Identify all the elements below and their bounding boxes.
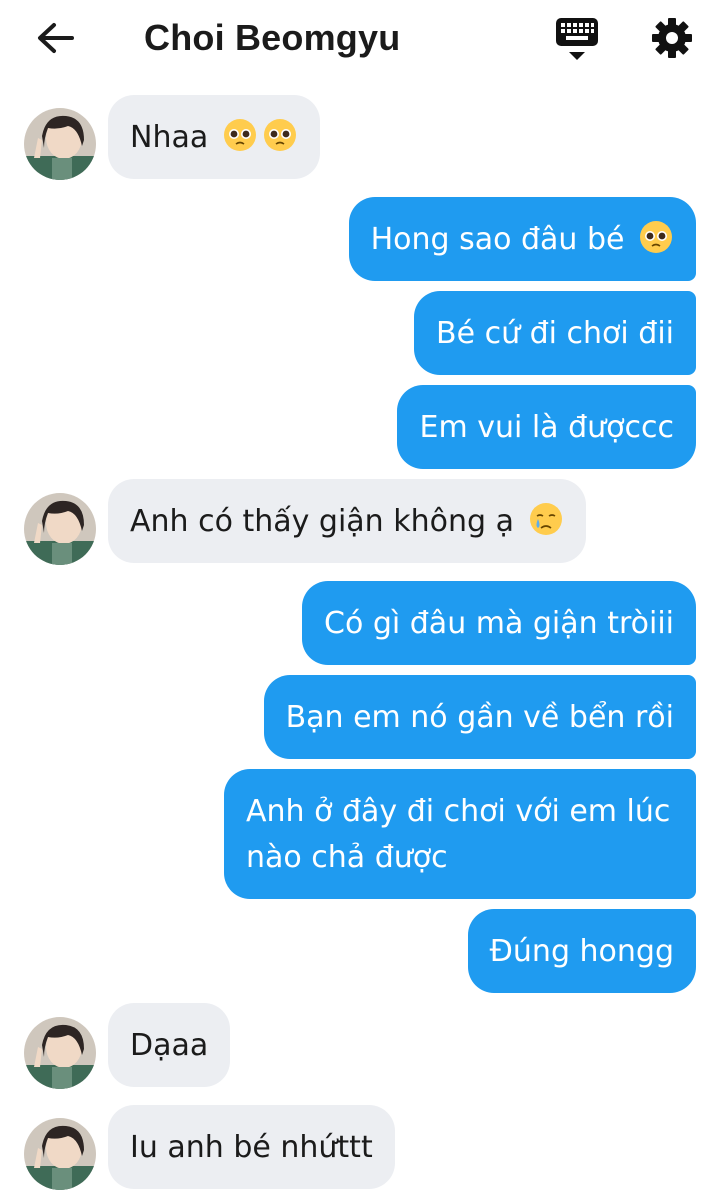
- message-text: Có gì đâu mà giận tròiii: [324, 606, 674, 641]
- arrow-left-icon: [38, 23, 74, 53]
- message-bubble-outgoing[interactable]: Bạn em nó gần về bển rồi: [263, 675, 696, 759]
- message-text: Anh ở đây đi chơi với em lúc nào chả đượ…: [246, 794, 671, 875]
- keyboard-button[interactable]: [552, 14, 602, 64]
- avatar[interactable]: [24, 493, 96, 565]
- chat-header: Choi Beomgyu: [0, 0, 720, 82]
- gear-icon: [652, 18, 692, 58]
- message-text: Em vui là đượccc: [419, 410, 674, 445]
- message-bubble-outgoing[interactable]: Có gì đâu mà giận tròiii: [302, 581, 696, 665]
- page-title: Choi Beomgyu: [144, 17, 401, 58]
- message-bubble-outgoing[interactable]: Đúng hongg: [467, 909, 696, 993]
- message-text: Hong sao đâu bé: [370, 222, 625, 257]
- message-bubble-incoming[interactable]: Anh có thấy giận không ạ: [108, 479, 586, 563]
- back-button[interactable]: [32, 16, 80, 60]
- message-bubble-outgoing[interactable]: Em vui là đượccc: [397, 385, 696, 469]
- pleading-face-emoji: [223, 119, 256, 151]
- message-bubble-incoming[interactable]: Dạaa: [108, 1003, 231, 1087]
- keyboard-icon: [556, 18, 598, 60]
- message-text: Đúng hongg: [489, 934, 674, 969]
- message-text: Bé cứ đi chơi đii: [436, 316, 674, 351]
- message-text: Iu anh bé nhứttt: [130, 1130, 373, 1165]
- message-bubble-outgoing[interactable]: Bé cứ đi chơi đii: [414, 291, 696, 375]
- message-bubble-outgoing[interactable]: Anh ở đây đi chơi với em lúc nào chả đượ…: [224, 769, 696, 899]
- pleading-face-emoji: [263, 119, 296, 151]
- avatar[interactable]: [24, 1118, 96, 1190]
- crying-face-emoji: [529, 503, 562, 535]
- message-text: Bạn em nó gần về bển rồi: [285, 700, 674, 735]
- settings-button[interactable]: [648, 14, 696, 62]
- pleading-face-emoji: [640, 221, 672, 253]
- avatar[interactable]: [24, 1017, 96, 1089]
- chat-screen: Choi Beomgyu Nhaa Hong sao đâu bé Bé cứ …: [0, 0, 720, 1201]
- message-text: Dạaa: [130, 1028, 209, 1063]
- message-bubble-outgoing[interactable]: Hong sao đâu bé: [348, 197, 696, 281]
- message-text: Nhaa: [130, 120, 209, 155]
- avatar[interactable]: [24, 108, 96, 180]
- message-text: Anh có thấy giận không ạ: [130, 504, 514, 539]
- message-bubble-incoming[interactable]: Iu anh bé nhứttt: [108, 1105, 395, 1189]
- message-bubble-incoming[interactable]: Nhaa: [108, 95, 320, 179]
